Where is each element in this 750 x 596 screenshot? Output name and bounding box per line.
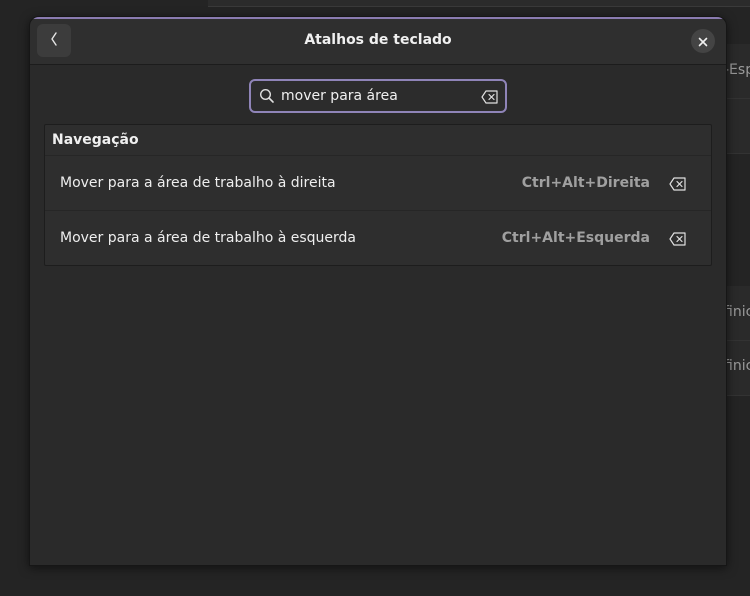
dialog-accent-line	[30, 17, 726, 19]
shortcut-label: Mover para a área de trabalho à direita	[60, 175, 336, 191]
backspace-clear-icon[interactable]	[669, 231, 687, 246]
search-icon	[259, 88, 275, 104]
background-header	[208, 0, 750, 7]
shortcut-accelerator: Ctrl+Alt+Direita	[521, 175, 650, 191]
backspace-clear-icon[interactable]	[481, 89, 499, 104]
background-text: finic	[724, 358, 750, 374]
search-input[interactable]	[281, 85, 471, 107]
shortcut-row[interactable]: Mover para a área de trabalho à esquerda…	[45, 211, 711, 265]
search-field[interactable]	[249, 79, 507, 113]
background-text: finic	[724, 304, 750, 320]
dialog-headerbar: Atalhos de teclado	[30, 17, 726, 65]
background-text: -Esp	[724, 62, 750, 78]
shortcut-row[interactable]: Mover para a área de trabalho à direita …	[45, 156, 711, 211]
close-button[interactable]	[691, 29, 715, 53]
keyboard-shortcuts-dialog: Atalhos de teclado Navegação	[29, 16, 727, 566]
backspace-clear-icon[interactable]	[669, 176, 687, 191]
dialog-title: Atalhos de teclado	[304, 32, 452, 48]
close-icon	[698, 32, 708, 51]
back-button[interactable]	[37, 24, 71, 57]
section-title: Navegação	[45, 125, 711, 156]
shortcut-list: Navegação Mover para a área de trabalho …	[44, 124, 712, 266]
chevron-left-icon	[49, 31, 59, 51]
shortcut-label: Mover para a área de trabalho à esquerda	[60, 230, 357, 246]
shortcut-accelerator: Ctrl+Alt+Esquerda	[501, 230, 650, 246]
background-row	[726, 99, 750, 154]
